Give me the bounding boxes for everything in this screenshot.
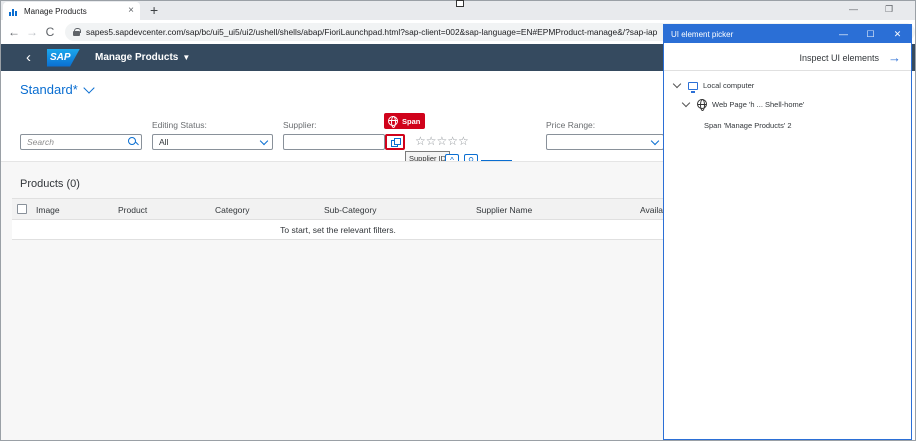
column-header-sub-category[interactable]: Sub-Category — [324, 205, 376, 215]
chevron-down-icon[interactable] — [681, 98, 691, 107]
supplier-label: Supplier: — [283, 120, 317, 130]
supplier-input[interactable] — [283, 134, 385, 150]
browser-back-button[interactable]: ← — [5, 25, 23, 39]
globe-icon — [697, 99, 707, 111]
sap-favicon-icon — [9, 7, 18, 16]
browser-tab[interactable]: Manage Products × — [3, 2, 140, 20]
tree-node-web-page[interactable]: Web Page 'h ... Shell-home' — [681, 98, 805, 111]
picker-title-bar: UI element picker — ☐ ✕ — [664, 25, 911, 43]
browser-reload-button[interactable]: C — [41, 25, 59, 39]
app-title[interactable]: Manage Products — [95, 52, 178, 63]
chevron-down-icon[interactable] — [672, 79, 682, 89]
app-title-caret-icon[interactable]: ▼ — [182, 53, 190, 62]
inspect-label: Inspect UI elements — [799, 52, 879, 63]
new-tab-button[interactable]: + — [150, 3, 158, 17]
shell-back-button[interactable]: ‹ — [26, 50, 31, 65]
column-header-supplier-name[interactable]: Supplier Name — [476, 205, 532, 215]
search-icon[interactable] — [125, 135, 141, 149]
products-table-header: Image Product Category Sub-Category Supp… — [12, 198, 664, 220]
editing-status-select[interactable]: All — [152, 134, 273, 150]
dropdown-arrow-icon[interactable] — [647, 135, 663, 149]
tree-node-label: Local computer — [703, 81, 755, 90]
cursor-marker — [456, 0, 464, 7]
url-text: sapes5.sapdevcenter.com/sap/bc/ui5_ui5/u… — [86, 27, 658, 37]
products-table-title: Products (0) — [20, 178, 80, 190]
ui-element-picker-window: UI element picker — ☐ ✕ Inspect UI eleme… — [663, 24, 912, 440]
highlight-badge-label: Span — [402, 116, 421, 126]
table-empty-message: To start, set the relevant filters. — [12, 220, 664, 240]
tab-close-icon[interactable]: × — [128, 6, 134, 16]
column-header-image[interactable]: Image — [36, 205, 60, 215]
inspect-ui-elements-button[interactable]: Inspect UI elements → — [664, 45, 911, 70]
lock-icon — [73, 28, 81, 36]
element-highlight-badge: Span — [384, 113, 425, 129]
value-help-icon — [390, 138, 401, 147]
supplier-value-help-button[interactable] — [385, 134, 405, 150]
picker-title: UI element picker — [671, 29, 734, 39]
picker-minimize-button[interactable]: — — [830, 29, 857, 39]
chevron-down-icon — [83, 81, 95, 94]
window-minimize-button[interactable]: — — [849, 4, 858, 14]
search-placeholder: Search — [27, 137, 54, 147]
tree-node-label: Span 'Manage Products' 2 — [704, 121, 792, 130]
picker-close-button[interactable]: ✕ — [884, 29, 911, 40]
arrow-right-icon: → — [888, 50, 901, 65]
editing-status-label: Editing Status: — [152, 120, 207, 130]
price-range-select[interactable] — [546, 134, 664, 150]
window-restore-button[interactable]: ❐ — [885, 4, 893, 15]
rating-stars[interactable]: ☆☆☆☆☆ — [415, 134, 469, 148]
dropdown-arrow-icon[interactable] — [256, 135, 272, 149]
picker-maximize-button[interactable]: ☐ — [857, 29, 884, 40]
sap-logo[interactable]: SAP — [47, 48, 80, 67]
browser-forward-button[interactable]: → — [23, 25, 41, 39]
picker-divider — [664, 70, 911, 71]
tab-title: Manage Products — [24, 6, 87, 16]
tree-node-span[interactable]: Span 'Manage Products' 2 — [704, 121, 792, 130]
search-field[interactable]: Search — [20, 134, 142, 150]
column-header-availability[interactable]: Availa — [640, 205, 663, 215]
globe-icon — [388, 116, 398, 128]
tree-node-local-computer[interactable]: Local computer — [672, 79, 755, 93]
tree-node-label: Web Page 'h ... Shell-home' — [712, 99, 805, 109]
variant-selector[interactable]: Standard* — [20, 81, 95, 97]
price-range-label: Price Range: — [546, 120, 596, 130]
monitor-icon — [688, 81, 698, 93]
select-all-checkbox[interactable] — [17, 204, 27, 214]
editing-status-value: All — [159, 137, 169, 147]
column-header-product[interactable]: Product — [118, 205, 147, 215]
column-header-category[interactable]: Category — [215, 205, 250, 215]
variant-label: Standard* — [20, 82, 78, 97]
